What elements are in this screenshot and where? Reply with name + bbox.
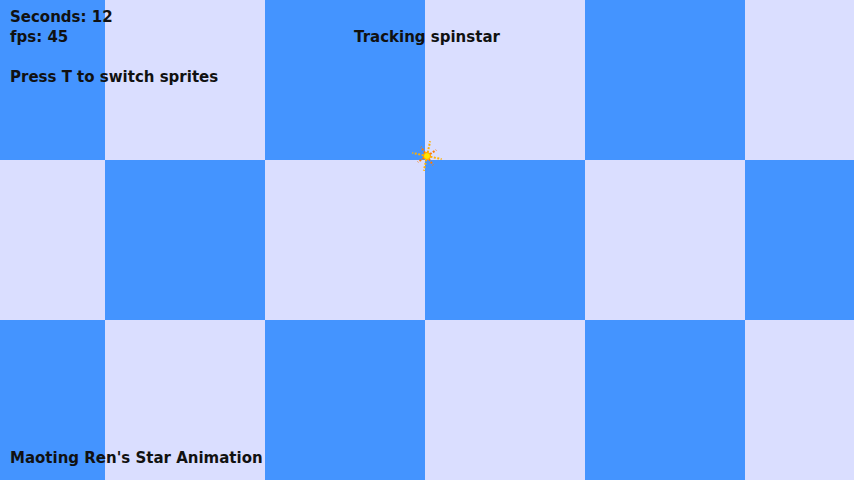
tracking-status: Tracking spinstar <box>354 27 500 47</box>
seconds-counter: Seconds: 12 <box>10 7 354 27</box>
hud-stats: Seconds: 12 fps: 45 Press T to switch sp… <box>10 7 354 87</box>
controls-hint: Press T to switch sprites <box>10 67 354 87</box>
credit-text: Maoting Ren's Star Animation <box>10 448 844 468</box>
game-canvas: Seconds: 12 fps: 45 Press T to switch sp… <box>0 0 854 480</box>
hud-top: Seconds: 12 fps: 45 Press T to switch sp… <box>10 7 844 87</box>
spinstar-sprite-icon <box>412 141 442 171</box>
fps-counter: fps: 45 <box>10 27 354 47</box>
